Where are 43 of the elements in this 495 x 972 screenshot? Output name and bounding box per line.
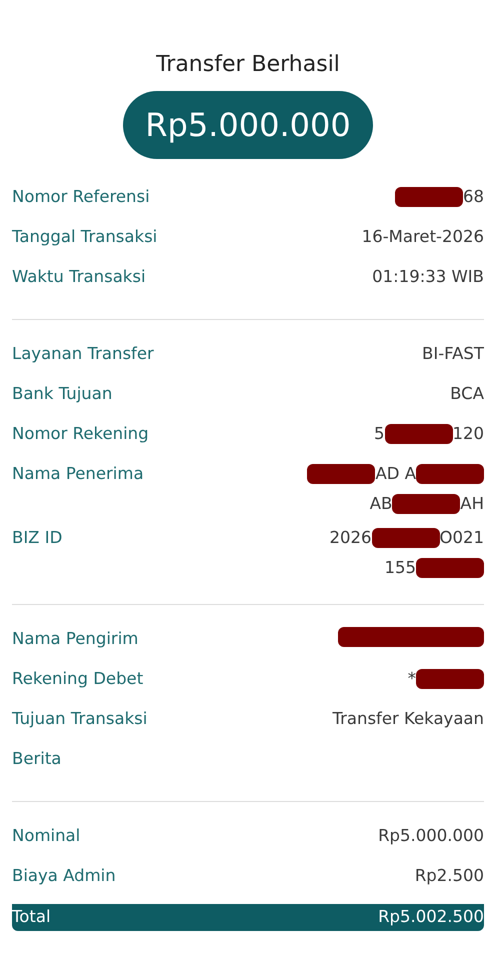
redaction-bar	[416, 558, 484, 578]
total-label: Total	[12, 906, 51, 928]
value-text: AH	[460, 493, 484, 515]
value-text: AD A	[375, 463, 416, 485]
field-label: Nomor Referensi	[12, 186, 150, 208]
value-text: 155	[384, 557, 416, 579]
value-text: BCA	[450, 383, 484, 405]
field-label: Nominal	[12, 825, 80, 847]
redaction-bar	[384, 424, 452, 444]
redaction-bar	[416, 464, 484, 484]
redaction-bar	[395, 187, 463, 207]
field-label: Bank Tujuan	[12, 383, 112, 405]
value-text: 16-Maret-2026	[362, 226, 484, 248]
value-text: 120	[452, 423, 484, 445]
field-label: Biaya Admin	[12, 865, 116, 887]
redaction-bar	[392, 494, 460, 514]
redaction-bar	[416, 669, 484, 689]
field-label: Nama Penerima	[12, 463, 144, 485]
value-text: Transfer Kekayaan	[332, 708, 484, 730]
page-title: Transfer Berhasil	[156, 51, 340, 79]
field-label: BIZ ID	[12, 527, 62, 549]
value-text: *	[408, 668, 416, 690]
value-text: AB	[370, 493, 392, 515]
value-text: Rp5.000.000	[378, 825, 484, 847]
value-text: 01:19:33 WIB	[372, 266, 484, 288]
field-label: Berita	[12, 748, 62, 770]
total-value: Rp5.002.500	[378, 906, 484, 928]
redaction-bar	[372, 528, 440, 548]
redaction-bar	[307, 464, 376, 484]
value-text: BI-FAST	[422, 343, 484, 365]
value-text: Rp2.500	[414, 865, 484, 887]
value-text: 68	[463, 186, 484, 208]
field-label: Rekening Debet	[12, 668, 144, 690]
value-text: O021	[440, 527, 484, 549]
value-text: 2026	[330, 527, 372, 549]
field-label: Layanan Transfer	[12, 343, 154, 365]
field-label: Waktu Transaksi	[12, 266, 146, 288]
value-text: 5	[374, 423, 384, 445]
amount-pill: Rp5.000.000	[123, 91, 373, 159]
field-label: Nomor Rekening	[12, 423, 149, 445]
field-label: Tujuan Transaksi	[12, 708, 148, 730]
field-label: Nama Pengirim	[12, 628, 138, 650]
field-label: Tanggal Transaksi	[12, 226, 158, 248]
